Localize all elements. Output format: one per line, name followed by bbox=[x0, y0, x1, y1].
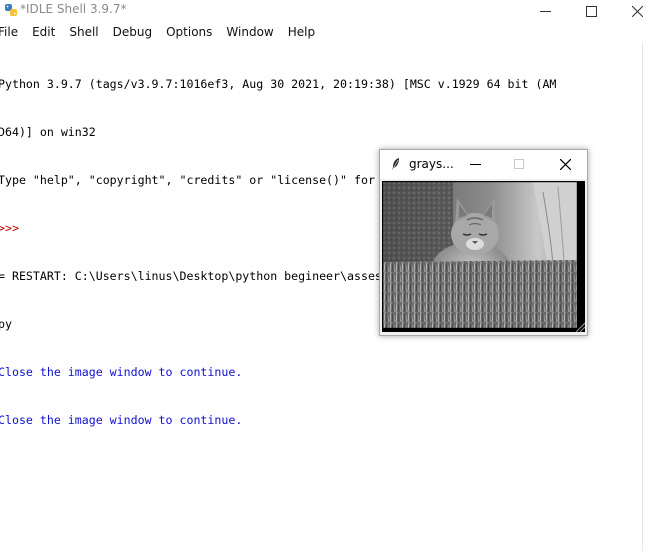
image-window-title-bar[interactable]: grays... bbox=[380, 150, 587, 179]
menu-edit[interactable]: Edit bbox=[32, 25, 61, 39]
image-canvas bbox=[382, 181, 585, 332]
shell-output-line: Close the image window to continue. bbox=[0, 365, 243, 379]
maximize-icon bbox=[585, 5, 597, 17]
minimize-button[interactable] bbox=[522, 0, 568, 22]
maximize-icon bbox=[514, 159, 524, 169]
maximize-button[interactable] bbox=[568, 0, 614, 22]
image-window-title: grays... bbox=[409, 157, 454, 171]
shell-line-platform: D64)] on win32 bbox=[0, 125, 96, 139]
menu-options[interactable]: Options bbox=[166, 25, 218, 39]
image-window-minimize-button[interactable] bbox=[464, 154, 486, 174]
menu-bar: File Edit Shell Debug Options Window Hel… bbox=[0, 22, 660, 42]
menu-file[interactable]: File bbox=[0, 25, 24, 39]
image-window-close-button[interactable] bbox=[554, 154, 576, 174]
minimize-icon bbox=[469, 163, 481, 165]
title-bar: *IDLE Shell 3.9.7* bbox=[0, 0, 660, 22]
menu-shell[interactable]: Shell bbox=[69, 25, 104, 39]
resize-grip-icon[interactable] bbox=[573, 320, 585, 332]
image-window[interactable]: grays... bbox=[379, 149, 588, 336]
close-icon bbox=[631, 5, 643, 17]
shell-output-line: Close the image window to continue. bbox=[0, 413, 243, 427]
menu-window[interactable]: Window bbox=[226, 25, 279, 39]
menu-help[interactable]: Help bbox=[288, 25, 321, 39]
idle-python-icon bbox=[5, 4, 17, 16]
close-button[interactable] bbox=[614, 0, 660, 22]
minimize-icon bbox=[539, 10, 551, 12]
tk-feather-icon bbox=[392, 158, 399, 170]
window-title: *IDLE Shell 3.9.7* bbox=[20, 2, 127, 16]
grayscale-cat-photo bbox=[383, 182, 577, 328]
close-icon bbox=[559, 158, 571, 170]
menu-debug[interactable]: Debug bbox=[113, 25, 158, 39]
vertical-scrollbar[interactable] bbox=[642, 42, 660, 551]
shell-line-banner: Python 3.9.7 (tags/v3.9.7:1016ef3, Aug 3… bbox=[0, 77, 557, 91]
image-window-maximize-button bbox=[508, 154, 530, 174]
